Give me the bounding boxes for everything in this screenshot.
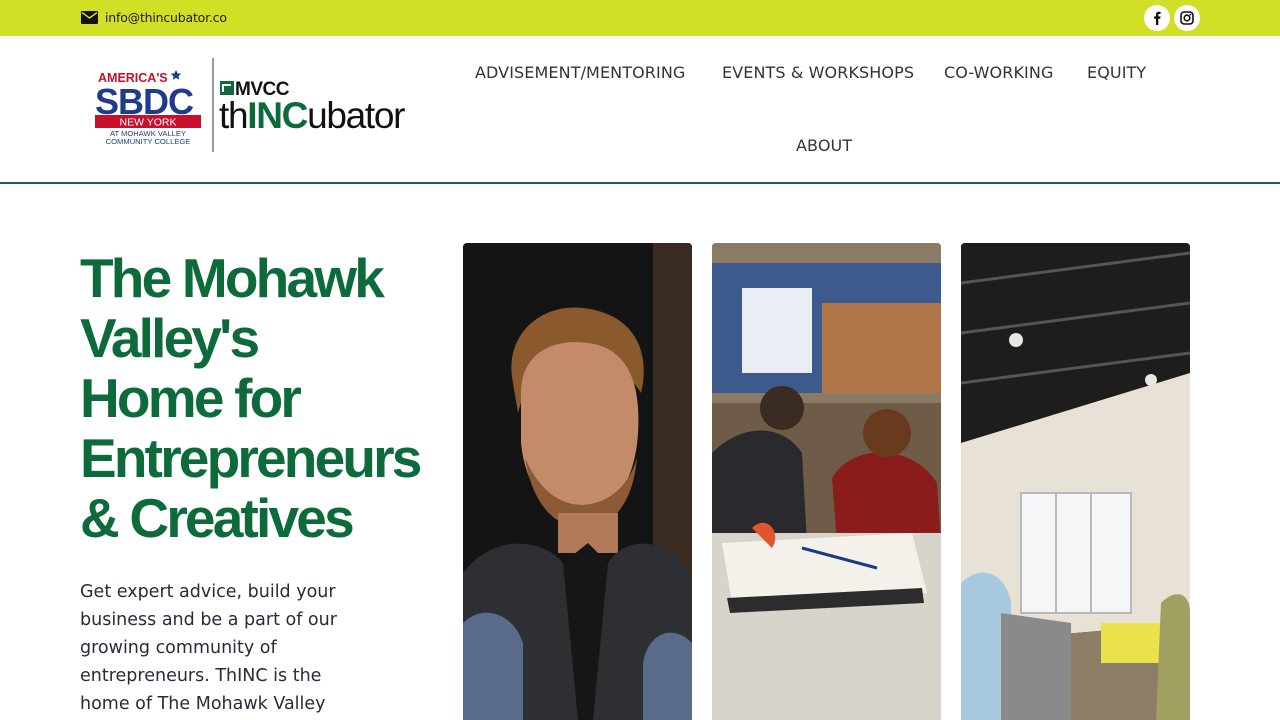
logo-thincubator: thINCubator bbox=[219, 95, 405, 136]
logo-divider bbox=[212, 58, 214, 152]
hero-description: Get expert advice, build your business a… bbox=[80, 578, 350, 718]
site-logo[interactable]: AMERICA'S SBDC NEW YORK AT MOHAWK VALLEY… bbox=[90, 56, 430, 156]
facebook-button[interactable] bbox=[1144, 5, 1170, 31]
hero-text-line: growing community of bbox=[80, 638, 277, 658]
site-header: AMERICA'S SBDC NEW YORK AT MOHAWK VALLEY… bbox=[0, 36, 1280, 184]
star-icon bbox=[170, 70, 182, 80]
photo-workshop bbox=[712, 243, 941, 720]
hero-title-line: Valley's bbox=[80, 307, 260, 369]
photo-coworking-space bbox=[961, 243, 1190, 720]
nav-co-working[interactable]: CO-WORKING bbox=[944, 63, 1053, 82]
logo-graphic: AMERICA'S SBDC NEW YORK AT MOHAWK VALLEY… bbox=[95, 58, 406, 152]
top-bar: info@thincubator.co bbox=[0, 0, 1280, 36]
nav-equity[interactable]: EQUITY bbox=[1087, 63, 1146, 82]
envelope-icon bbox=[81, 11, 98, 24]
hero-text-line: entrepreneurs. ThINC is the bbox=[80, 666, 322, 686]
hero-title-line: & Creatives bbox=[80, 487, 355, 549]
email-text: info@thincubator.co bbox=[105, 10, 227, 25]
instagram-button[interactable] bbox=[1174, 5, 1200, 31]
hero-text-line: Get expert advice, build your bbox=[80, 582, 336, 602]
hero-title-line: Home for bbox=[80, 367, 302, 429]
hero-text-line: home of The Mohawk Valley bbox=[80, 694, 326, 714]
photo-entrepreneur bbox=[463, 243, 692, 720]
nav-about[interactable]: ABOUT bbox=[796, 136, 852, 155]
instagram-icon bbox=[1180, 11, 1194, 25]
hero-title-line: The Mohawk bbox=[80, 247, 385, 309]
facebook-icon bbox=[1154, 11, 1161, 25]
logo-sbdc-line2: COMMUNITY COLLEGE bbox=[106, 137, 191, 146]
email-link[interactable]: info@thincubator.co bbox=[81, 10, 227, 25]
hero-title: The Mohawk Valley's Home for Entrepreneu… bbox=[80, 248, 450, 548]
nav-events-workshops[interactable]: EVENTS & WORKSHOPS bbox=[722, 63, 914, 82]
hero-text-line: business and be a part of our bbox=[80, 610, 337, 630]
nav-advisement-mentoring[interactable]: ADVISEMENT/MENTORING bbox=[475, 63, 685, 82]
logo-sbdc-state: NEW YORK bbox=[120, 117, 177, 129]
hero-title-line: Entrepreneurs bbox=[80, 427, 422, 489]
